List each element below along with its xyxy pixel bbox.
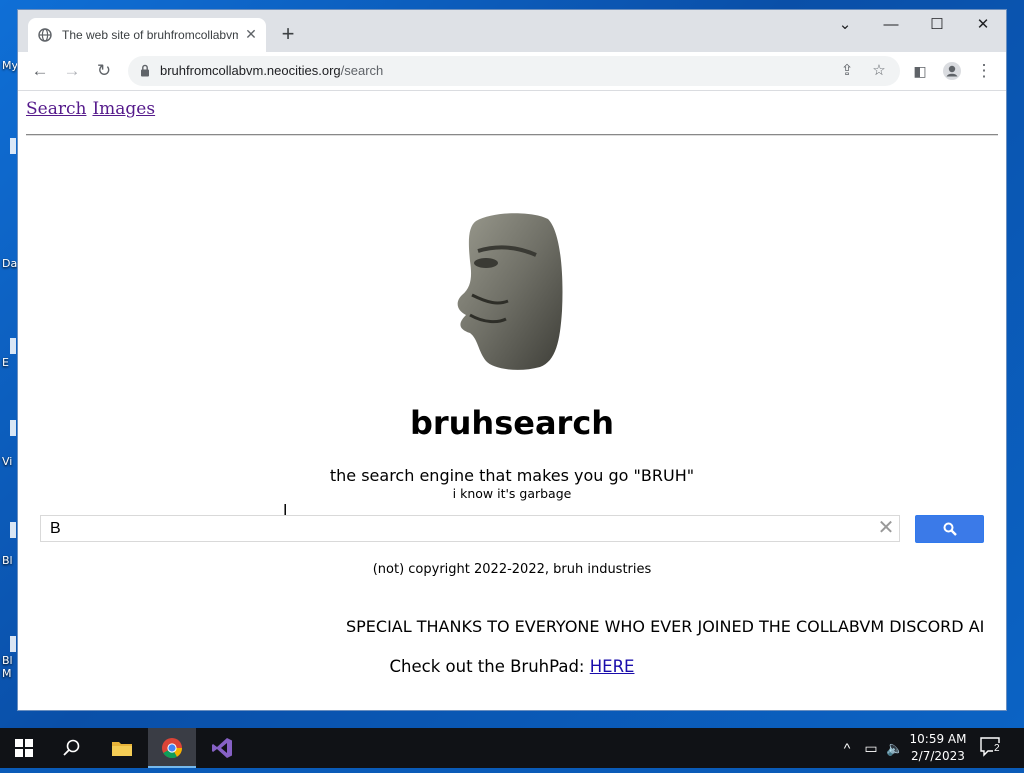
browser-tab[interactable]: The web site of bruhfromcollabvm ✕ [28, 18, 266, 52]
desktop-icon[interactable] [10, 338, 16, 354]
desktop-icon[interactable] [10, 138, 16, 154]
copyright-text: (not) copyright 2022-2022, bruh industri… [372, 562, 652, 577]
side-panel-icon[interactable]: ◧ [906, 57, 934, 85]
back-arrow-icon[interactable]: ← [26, 57, 54, 85]
search-button[interactable] [915, 515, 984, 543]
web-page: Search Images bruhsearch the search engin… [18, 91, 1006, 710]
forward-arrow-icon[interactable]: → [58, 57, 86, 85]
desktop-icon-label[interactable]: Da [2, 257, 17, 270]
browser-window: The web site of bruhfromcollabvm ✕ + ⌄ —… [18, 10, 1006, 710]
notification-center-icon[interactable]: 2 [980, 737, 1004, 759]
volume-muted-icon[interactable]: 🔈 [885, 738, 905, 758]
taskbar-clock[interactable]: 10:59 AM 2/7/2023 [906, 731, 970, 765]
notification-count: 2 [993, 743, 1001, 754]
bookmark-star-icon[interactable]: ☆ [866, 58, 892, 84]
close-window-button[interactable]: ✕ [960, 10, 1006, 40]
clock-date: 2/7/2023 [911, 749, 965, 763]
taskbar: ^ ▭ 🔈 10:59 AM 2/7/2023 2 [0, 728, 1024, 768]
file-explorer-icon[interactable] [98, 728, 146, 768]
globe-icon [38, 28, 52, 42]
brand-title: bruhsearch [409, 404, 615, 442]
bruhpad-prefix: Check out the BruhPad: [389, 657, 590, 676]
desktop-icon[interactable] [10, 420, 16, 436]
start-icon[interactable] [0, 728, 48, 768]
marquee-text: SPECIAL THANKS TO EVERYONE WHO EVER JOIN… [346, 617, 985, 636]
bruhpad-line: Check out the BruhPad: HERE [18, 657, 1006, 676]
top-nav: Search Images [26, 99, 161, 119]
clear-search-icon[interactable]: ✕ [876, 518, 896, 538]
show-hidden-icons-icon[interactable]: ^ [837, 738, 857, 758]
share-icon[interactable]: ⇪ [834, 58, 860, 84]
network-icon[interactable]: ▭ [861, 738, 881, 758]
desktop-icon-label[interactable]: E [2, 356, 9, 369]
search-icon[interactable] [48, 728, 96, 768]
moai-logo-image [457, 213, 563, 370]
maximize-button[interactable]: ☐ [914, 10, 960, 40]
reload-icon[interactable]: ↻ [90, 57, 118, 85]
nav-link-search[interactable]: Search [26, 99, 86, 119]
lock-icon[interactable] [140, 64, 150, 77]
desktop-icon[interactable] [10, 522, 16, 538]
address-bar[interactable]: bruhfromcollabvm.neocities.org/search ⇪ … [128, 56, 900, 86]
text-cursor-icon: I [283, 502, 288, 519]
clock-time: 10:59 AM [909, 732, 967, 746]
browser-titlebar: The web site of bruhfromcollabvm ✕ + ⌄ —… [18, 10, 1006, 52]
tagline: the search engine that makes you go "BRU… [329, 466, 695, 485]
tab-search-button[interactable]: ⌄ [822, 10, 868, 40]
tab-close-icon[interactable]: ✕ [242, 25, 260, 43]
sub-tagline: i know it's garbage [452, 486, 572, 501]
desktop-icon[interactable] [10, 636, 16, 652]
url-path: /search [340, 63, 384, 78]
nav-link-images[interactable]: Images [92, 99, 155, 119]
new-tab-button[interactable]: + [277, 23, 299, 46]
search-icon [943, 522, 957, 536]
desktop-icon-label[interactable]: My [2, 59, 18, 72]
kebab-menu-icon[interactable]: ⋮ [970, 57, 998, 85]
chrome-icon[interactable] [148, 728, 196, 768]
bruhpad-link[interactable]: HERE [590, 657, 635, 676]
desktop-icon-label[interactable]: Bl [2, 554, 13, 567]
profile-icon[interactable] [938, 57, 966, 85]
desktop-icon-label[interactable]: Bl M [2, 654, 16, 680]
visual-studio-icon[interactable] [198, 728, 246, 768]
search-input[interactable]: B [40, 515, 900, 542]
url-text[interactable]: bruhfromcollabvm.neocities.org/search [160, 63, 383, 78]
tab-title: The web site of bruhfromcollabvm [62, 28, 238, 42]
nav-divider [26, 134, 998, 136]
minimize-button[interactable]: — [868, 10, 914, 40]
url-host: bruhfromcollabvm.neocities.org [160, 63, 341, 78]
desktop-icon-label[interactable]: Vi [2, 455, 12, 468]
scrolling-marquee: SPECIAL THANKS TO EVERYONE WHO EVER JOIN… [346, 617, 998, 639]
browser-toolbar: ← → ↻ bruhfromcollabvm.neocities.org/sea… [18, 52, 1006, 91]
